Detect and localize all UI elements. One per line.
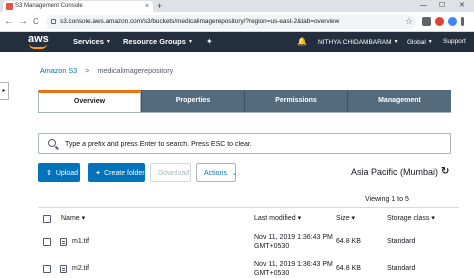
- region-menu[interactable]: Global ▼: [407, 32, 433, 53]
- reload-icon[interactable]: C: [33, 15, 39, 29]
- region-label: Global: [407, 39, 426, 46]
- aws-logo[interactable]: aws: [28, 33, 52, 51]
- extension-icon[interactable]: [422, 17, 431, 26]
- minimize-icon[interactable]: —: [420, 0, 427, 12]
- address-bar-row: ← → C s3.console.aws.amazon.com/s3/bucke…: [0, 12, 474, 32]
- actions-label: Actions: [204, 170, 227, 177]
- services-label: Services: [73, 37, 104, 46]
- row-storage-class: Standard: [387, 265, 416, 272]
- column-last-modified[interactable]: Last modified ▾: [254, 214, 301, 222]
- row-checkbox[interactable]: [43, 265, 51, 273]
- file-icon: [60, 265, 67, 273]
- browser-tab[interactable]: S3 Management Console ×: [3, 1, 153, 12]
- browser-tab-bar: S3 Management Console × + — ☐ ✕: [0, 0, 474, 12]
- download-button[interactable]: Download: [150, 163, 191, 182]
- menu-kebab-icon[interactable]: [461, 17, 464, 26]
- row-storage-class: Standard: [387, 238, 416, 245]
- tab-management[interactable]: Management: [347, 90, 451, 112]
- user-name: NITHYA CHIDAMBARAM: [318, 39, 392, 46]
- tab-properties[interactable]: Properties: [141, 90, 244, 112]
- aws-favicon-icon: [6, 3, 13, 10]
- forward-icon[interactable]: →: [18, 15, 28, 29]
- search-icon: [48, 139, 56, 147]
- row-checkbox[interactable]: [43, 238, 51, 246]
- column-storage-class[interactable]: Storage class ▾: [387, 214, 435, 222]
- resource-groups-label: Resource Groups: [123, 37, 186, 46]
- plus-icon: +: [96, 170, 101, 177]
- url-text: s3.console.aws.amazon.com/s3/buckets/med…: [60, 18, 340, 25]
- prefix-search-input[interactable]: [65, 137, 445, 151]
- breadcrumb-amazon-s3[interactable]: Amazon S3: [40, 66, 77, 75]
- breadcrumb: Amazon S3 > medicalimagerepository: [40, 66, 173, 75]
- refresh-icon[interactable]: ↻: [441, 166, 449, 177]
- tab-overview[interactable]: Overview: [38, 90, 141, 112]
- chevron-down-icon: ▼: [105, 39, 111, 45]
- back-icon[interactable]: ←: [4, 15, 14, 29]
- select-all-checkbox[interactable]: [43, 215, 51, 223]
- aws-top-nav: aws Services ▼ Resource Groups ▼ ✦ 🔔 NITHY…: [0, 32, 474, 52]
- chevron-down-icon: ▼: [393, 39, 399, 45]
- row-last-modified-tz: GMT+0530: [254, 270, 290, 277]
- extension-icon[interactable]: [435, 17, 444, 26]
- browser-tab-title: S3 Management Console: [15, 3, 83, 9]
- aws-smile-icon: [29, 44, 47, 49]
- table-row-name[interactable]: m2.tif: [60, 265, 90, 273]
- table-top-divider: [38, 207, 459, 208]
- row-size: 64.8 KB: [336, 238, 361, 245]
- maximize-icon[interactable]: ☐: [439, 0, 445, 12]
- support-menu[interactable]: Support: [443, 32, 466, 52]
- column-name[interactable]: Name ▾: [61, 214, 85, 222]
- upload-icon: ⇧: [46, 170, 52, 177]
- pin-icon[interactable]: ✦: [206, 32, 213, 52]
- sidebar-toggle-icon[interactable]: ▸: [0, 82, 9, 100]
- tab-divider: [38, 112, 451, 113]
- bucket-tabs: Overview Properties Permissions Manageme…: [38, 90, 451, 112]
- bucket-region: Asia Pacific (Mumbai): [351, 167, 439, 177]
- user-menu[interactable]: NITHYA CHIDAMBARAM ▼: [318, 32, 399, 53]
- window-close-icon[interactable]: ✕: [459, 0, 465, 12]
- url-bar[interactable]: s3.console.aws.amazon.com/s3/buckets/med…: [46, 15, 416, 29]
- resource-groups-menu[interactable]: Resource Groups ▼: [123, 32, 193, 52]
- prefix-search-box[interactable]: [38, 133, 451, 154]
- upload-label: Upload: [55, 170, 79, 177]
- row-last-modified-tz: GMT+0530: [254, 243, 290, 250]
- pagination-viewing: Viewing 1 to 5: [365, 196, 409, 203]
- bookmark-star-icon[interactable]: ☆: [405, 16, 413, 27]
- create-folder-label: Create folder: [104, 170, 145, 177]
- row-size: 64.8 KB: [336, 265, 361, 272]
- chevron-down-icon: ▼: [427, 39, 433, 45]
- bell-icon[interactable]: 🔔: [297, 32, 307, 52]
- row-last-modified: Nov 11, 2019 1:36:43 PM: [254, 261, 333, 268]
- lock-icon: [51, 19, 56, 24]
- chevron-down-icon: ▼: [187, 39, 193, 45]
- column-size[interactable]: Size ▾: [336, 214, 355, 222]
- profile-avatar-icon[interactable]: [448, 17, 457, 26]
- new-tab-button[interactable]: +: [157, 0, 162, 12]
- support-label: Support: [443, 38, 466, 45]
- table-row-name[interactable]: m1.tif: [60, 238, 90, 246]
- file-name: m2.tif: [72, 265, 90, 272]
- file-icon: [60, 238, 67, 246]
- tab-close-icon[interactable]: ×: [145, 1, 149, 12]
- actions-dropdown[interactable]: Actions ⌄: [196, 163, 238, 182]
- file-name: m1.tif: [72, 238, 90, 245]
- row-last-modified: Nov 11, 2019 1:36:43 PM: [254, 234, 333, 241]
- tab-permissions[interactable]: Permissions: [244, 90, 347, 112]
- upload-button[interactable]: ⇧ Upload: [38, 163, 80, 182]
- breadcrumb-separator: >: [85, 66, 90, 75]
- services-menu[interactable]: Services ▼: [73, 32, 111, 52]
- create-folder-button[interactable]: + Create folder: [88, 163, 145, 182]
- breadcrumb-bucket: medicalimagerepository: [97, 66, 174, 75]
- chevron-down-icon: ⌄: [231, 170, 238, 177]
